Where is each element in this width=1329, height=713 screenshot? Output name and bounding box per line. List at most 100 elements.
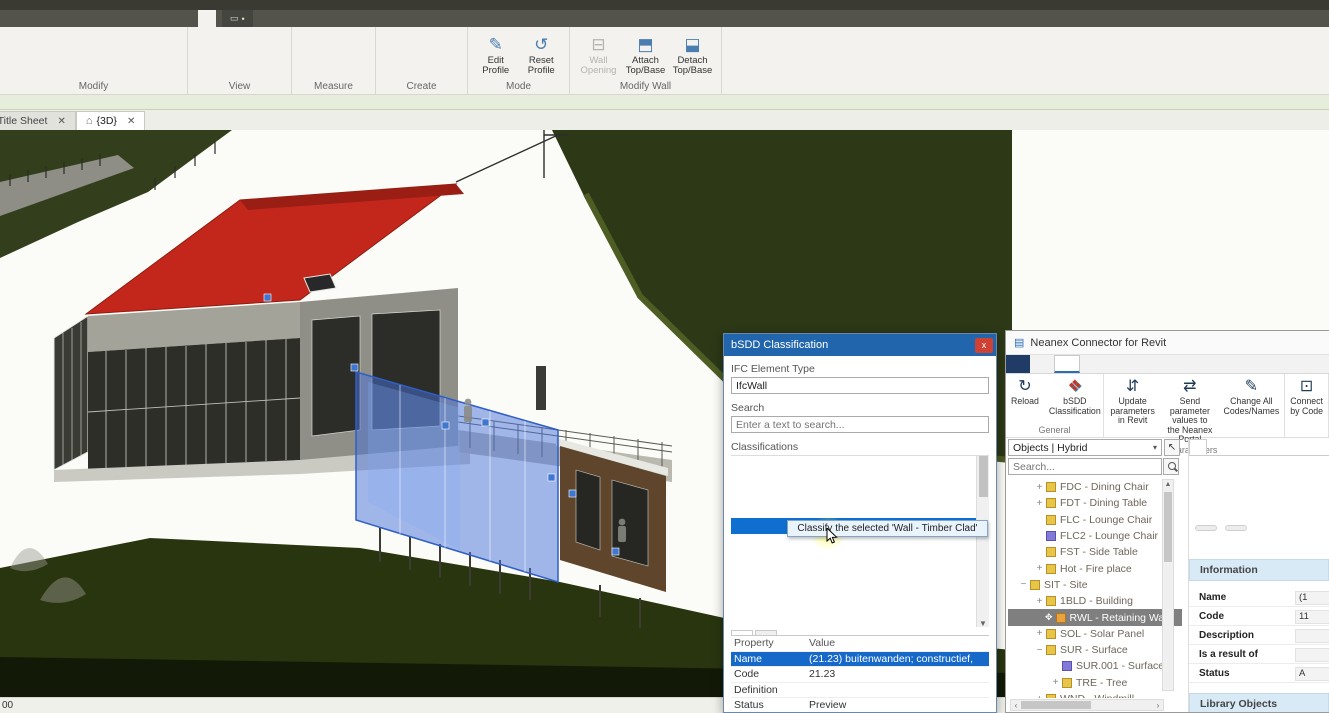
neanex-titlebar[interactable]: ▤ Neanex Connector for Revit <box>1006 331 1329 355</box>
view-tool-icon[interactable] <box>194 29 211 46</box>
tree-item[interactable]: + ✥ SOL - Solar Panel <box>1008 626 1182 642</box>
details-row[interactable]: Name (21.23) buitenwanden; constructief, <box>731 652 989 668</box>
tree-item[interactable]: + ✥ WND - Windmill <box>1008 691 1182 698</box>
pick-object-button[interactable]: ↖ <box>1164 439 1180 456</box>
expand-toggle-icon[interactable]: − <box>1034 645 1045 656</box>
neanex-toolbar-button[interactable]: ⇄ Send parameter values to the Neanex Po… <box>1161 377 1218 445</box>
neanex-toolbar-button[interactable]: ↻ Reload <box>1006 377 1044 407</box>
modify-tool-icon[interactable] <box>86 63 103 80</box>
measure-tool-icon[interactable] <box>306 46 330 63</box>
modify-tool-icon[interactable] <box>86 29 103 46</box>
info-field-value[interactable]: (1 <box>1295 591 1329 605</box>
expand-toggle-icon[interactable]: + <box>1034 694 1045 699</box>
object-detail-tab[interactable] <box>1207 439 1223 455</box>
create-tool-icon[interactable] <box>391 42 417 68</box>
create-tool-icon[interactable] <box>427 42 453 68</box>
tree-item[interactable]: + ✥ 1BLD - Building <box>1008 593 1182 609</box>
scrollbar-thumb[interactable] <box>1164 492 1172 562</box>
scroll-left-icon[interactable]: ‹ <box>1011 701 1021 710</box>
expand-toggle-icon[interactable]: + <box>1034 628 1045 639</box>
mode-button[interactable]: ↺ ResetProfile <box>520 34 564 76</box>
classification-item[interactable] <box>731 565 989 581</box>
tree-item[interactable]: + ✥ Hot - Fire place <box>1008 560 1182 576</box>
classification-item[interactable] <box>731 487 989 503</box>
tree-item[interactable]: − ✥ SIT - Site <box>1008 577 1182 593</box>
modify-wall-button[interactable]: ⊟ WallOpening <box>576 34 621 76</box>
expand-toggle-icon[interactable]: + <box>1050 677 1061 688</box>
tree-item[interactable]: ✥ FST - Side Table <box>1008 544 1182 560</box>
classification-pill[interactable] <box>1225 525 1247 531</box>
neanex-toolbar-button[interactable]: ❖ bSDD Classification <box>1044 377 1106 416</box>
mode-button[interactable]: ✎ EditProfile <box>474 34 518 76</box>
ribbon-tab[interactable] <box>162 10 180 27</box>
tree-item[interactable]: − ✥ SUR - Surface <box>1008 642 1182 658</box>
ribbon-tab[interactable] <box>198 10 216 27</box>
object-detail-tab[interactable] <box>1189 439 1207 455</box>
tree-item[interactable]: + ✥ FDT - Dining Table <box>1008 495 1182 511</box>
classification-item[interactable] <box>731 503 989 519</box>
neanex-tab[interactable] <box>1104 355 1128 373</box>
bsdd-dialog-titlebar[interactable]: bSDD Classification x <box>724 334 996 356</box>
search-icon[interactable] <box>1163 458 1179 475</box>
view-tool-icon[interactable] <box>194 46 211 63</box>
info-field-value[interactable] <box>1295 648 1329 662</box>
classification-item[interactable] <box>731 581 989 597</box>
close-view-icon[interactable]: ✕ <box>57 116 65 127</box>
tree-item[interactable]: + ✥ TRE - Tree <box>1008 675 1182 691</box>
details-row[interactable]: Definition <box>731 683 989 699</box>
neanex-tab[interactable] <box>1030 355 1054 373</box>
ribbon-tab[interactable] <box>0 10 18 27</box>
modify-tool-icon[interactable] <box>26 46 43 63</box>
ifc-element-type-field[interactable] <box>731 377 989 394</box>
ribbon-tab[interactable] <box>180 10 198 27</box>
view-tool-icon[interactable] <box>234 46 251 63</box>
view-scale-label[interactable]: 00 <box>2 700 13 711</box>
objects-search-input[interactable] <box>1009 461 1139 473</box>
bsdd-detail-tab[interactable] <box>755 630 777 635</box>
ribbon-tab[interactable] <box>126 10 144 27</box>
neanex-tab[interactable] <box>1006 355 1030 373</box>
modify-tool-icon[interactable] <box>66 29 83 46</box>
modify-tool-icon[interactable] <box>26 29 43 46</box>
modify-wall-button[interactable]: ⬒ AttachTop/Base <box>623 34 668 76</box>
ribbon-tab[interactable] <box>108 10 126 27</box>
neanex-toolbar-button[interactable]: ⇵ Update parameters in Revit <box>1104 377 1161 426</box>
modify-wall-button[interactable]: ⬓ DetachTop/Base <box>670 34 715 76</box>
info-field-value[interactable] <box>1295 629 1329 643</box>
neanex-tab[interactable] <box>1080 355 1104 373</box>
classifications-scrollbar[interactable]: ▲ ▼ <box>976 455 989 627</box>
info-field-value[interactable]: A <box>1295 667 1329 681</box>
ribbon-tab[interactable] <box>54 10 72 27</box>
view-tool-icon[interactable] <box>194 63 211 80</box>
classification-item[interactable] <box>731 472 989 488</box>
expand-toggle-icon[interactable]: + <box>1034 563 1045 574</box>
modify-tool-icon[interactable] <box>6 63 23 80</box>
modify-tool-icon[interactable] <box>66 63 83 80</box>
expand-toggle-icon[interactable]: + <box>1034 596 1045 607</box>
tree-item[interactable]: ✥ FLC - Lounge Chair <box>1008 512 1182 528</box>
modify-tool-icon[interactable] <box>46 29 63 46</box>
details-row[interactable]: Status Preview <box>731 698 989 713</box>
expand-toggle-icon[interactable]: + <box>1034 482 1045 493</box>
modify-tool-icon[interactable] <box>106 29 123 46</box>
modify-tool-icon[interactable] <box>6 29 23 46</box>
bsdd-search-input[interactable] <box>731 416 989 433</box>
modify-tool-icon[interactable] <box>86 46 103 63</box>
expand-toggle-icon[interactable]: − <box>1018 579 1029 590</box>
view-tool-icon[interactable] <box>214 29 231 46</box>
selected-wall-highlight[interactable] <box>356 372 558 582</box>
bsdd-detail-tab[interactable] <box>731 630 753 635</box>
modify-tool-icon[interactable] <box>46 63 63 80</box>
neanex-toolbar-button[interactable]: ⊡ Connect by Code <box>1285 377 1328 416</box>
neanex-toolbar-button[interactable]: ✎ Change All Codes/Names <box>1219 377 1285 416</box>
tree-item[interactable]: ✥ FLC2 - Lounge Chair <box>1008 528 1182 544</box>
tree-horizontal-scrollbar[interactable]: ‹ › <box>1010 699 1164 711</box>
classification-item[interactable] <box>731 612 989 627</box>
scroll-down-icon[interactable]: ▼ <box>977 618 989 627</box>
view-tool-icon[interactable] <box>214 46 231 63</box>
ribbon-tab[interactable] <box>90 10 108 27</box>
ribbon-tab[interactable] <box>36 10 54 27</box>
view-tool-icon[interactable] <box>234 29 251 46</box>
scroll-up-icon[interactable]: ▲ <box>1163 480 1173 490</box>
tree-vertical-scrollbar[interactable]: ▲ <box>1162 479 1174 691</box>
